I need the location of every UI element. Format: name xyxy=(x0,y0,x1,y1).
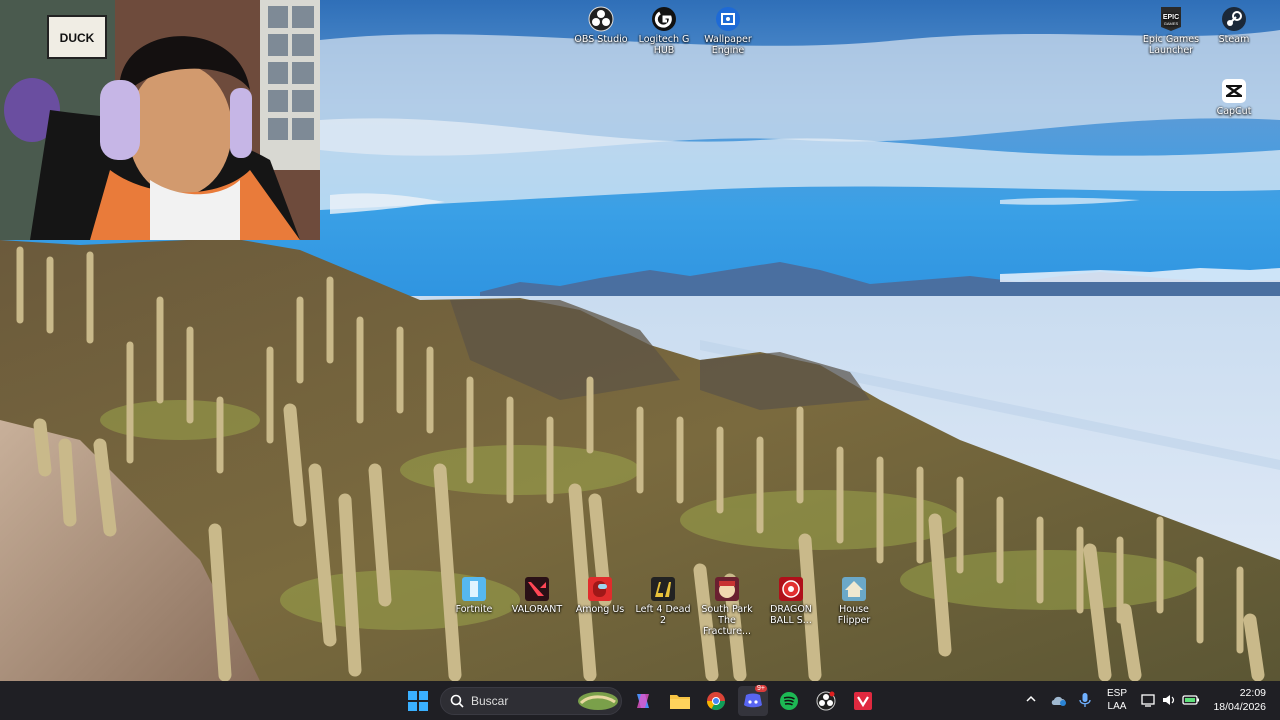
desktop-icon-label: Left 4 Dead 2 xyxy=(635,604,691,626)
tray-clock[interactable]: 22:09 18/04/2026 xyxy=(1210,686,1266,714)
desktop-icon-label: Epic Games Launcher xyxy=(1142,34,1200,56)
desktop-icon-label: CapCut xyxy=(1216,106,1252,117)
chevron-up-icon xyxy=(1026,695,1036,702)
tray-network-volume-battery[interactable] xyxy=(1140,692,1202,710)
capture-app-icon xyxy=(854,692,872,710)
microphone-icon xyxy=(1079,693,1091,707)
cloud-icon xyxy=(1051,696,1066,706)
clock-time: 22:09 xyxy=(1239,687,1266,699)
tray-onedrive[interactable] xyxy=(1050,693,1068,712)
wallpaper-engine-icon xyxy=(716,7,740,31)
desktop[interactable]: DUCK OBS Studio Logitech G HUB Wallpaper… xyxy=(0,0,1280,681)
search-placeholder: Buscar xyxy=(471,694,509,708)
display-icon xyxy=(1141,694,1155,707)
desktop-icon-logitech-g-hub[interactable]: Logitech G HUB xyxy=(632,2,696,56)
desktop-icon-steam[interactable]: Steam xyxy=(1202,2,1266,45)
desktop-icon-label: South Park The Fracture... xyxy=(701,604,753,637)
taskbar-chrome[interactable] xyxy=(701,686,731,716)
fortnite-icon xyxy=(462,577,486,601)
discord-icon xyxy=(744,693,762,708)
taskbar: Buscar 9+ ESP LAA 22:09 18/04/2026 xyxy=(0,681,1280,720)
epic-games-icon: EPICGAMES xyxy=(1161,7,1181,31)
tray-language[interactable]: ESP LAA xyxy=(1104,687,1130,713)
house-flipper-icon xyxy=(842,577,866,601)
taskbar-search-box[interactable]: Buscar xyxy=(440,687,622,715)
desktop-icon-valorant[interactable]: VALORANT xyxy=(505,572,569,615)
svg-text:EPIC: EPIC xyxy=(1163,14,1179,21)
discord-badge: 9+ xyxy=(755,685,767,692)
desktop-icon-label: OBS Studio xyxy=(574,34,628,45)
desktop-icon-capcut[interactable]: CapCut xyxy=(1202,74,1266,117)
obs-icon xyxy=(588,6,614,32)
desktop-icon-house-flipper[interactable]: House Flipper xyxy=(822,572,886,626)
desktop-icon-epic-games-launcher[interactable]: EPIC GAMES Epic Games Launcher xyxy=(1139,2,1203,56)
desktop-icon-label: House Flipper xyxy=(837,604,871,626)
desktop-icon-obs-studio[interactable]: OBS Studio xyxy=(569,2,633,45)
clock-date: 18/04/2026 xyxy=(1213,701,1266,713)
taskbar-copilot[interactable] xyxy=(628,686,658,716)
among-us-icon xyxy=(588,577,612,601)
spotify-icon xyxy=(780,692,798,710)
taskbar-file-explorer[interactable] xyxy=(665,686,695,716)
capcut-icon xyxy=(1222,79,1246,103)
obs-icon xyxy=(816,691,836,711)
taskbar-capture-app[interactable] xyxy=(848,686,878,716)
desktop-icon-label: Fortnite xyxy=(455,604,493,615)
search-icon xyxy=(450,694,464,708)
copilot-icon xyxy=(637,694,649,708)
desktop-icon-south-park[interactable]: South Park The Fracture... xyxy=(695,572,759,637)
tray-overflow-chevron[interactable] xyxy=(1024,692,1040,708)
desktop-icon-left-4-dead-2[interactable]: Left 4 Dead 2 xyxy=(631,572,695,626)
search-highlight-icon xyxy=(578,692,618,710)
webcam-overlay: DUCK xyxy=(0,0,320,240)
desktop-icon-dragon-ball[interactable]: DRAGON BALL S... xyxy=(759,572,823,626)
windows-icon xyxy=(408,691,428,711)
desktop-icon-label: DRAGON BALL S... xyxy=(770,604,812,626)
dragon-ball-icon xyxy=(779,577,803,601)
valorant-icon xyxy=(525,577,549,601)
taskbar-discord[interactable]: 9+ xyxy=(738,685,768,716)
desktop-icon-label: Wallpaper Engine xyxy=(704,34,752,56)
taskbar-spotify[interactable] xyxy=(774,686,804,716)
volume-icon xyxy=(1163,695,1175,705)
taskbar-obs-studio[interactable] xyxy=(811,686,841,716)
left4dead2-icon xyxy=(651,577,675,601)
south-park-icon xyxy=(715,577,739,601)
desktop-icon-label: VALORANT xyxy=(511,604,563,615)
desktop-icon-wallpaper-engine[interactable]: Wallpaper Engine xyxy=(696,2,760,56)
chrome-icon xyxy=(707,692,725,711)
steam-icon xyxy=(1222,7,1246,31)
battery-icon xyxy=(1182,695,1199,705)
desktop-icon-fortnite[interactable]: Fortnite xyxy=(442,572,506,615)
keyboard-layout: LAA xyxy=(1107,701,1127,712)
tray-microphone[interactable] xyxy=(1078,692,1092,713)
desktop-icon-label: Steam xyxy=(1218,34,1250,45)
desktop-icon-label: Among Us xyxy=(575,604,625,615)
desktop-icon-label: Logitech G HUB xyxy=(638,34,690,56)
webcam-sign: DUCK xyxy=(60,31,95,45)
svg-text:GAMES: GAMES xyxy=(1164,21,1179,26)
folder-icon xyxy=(670,695,690,709)
logitech-icon xyxy=(652,7,676,31)
language-code: ESP xyxy=(1106,688,1127,699)
start-button[interactable] xyxy=(403,686,433,716)
desktop-icon-among-us[interactable]: Among Us xyxy=(568,572,632,615)
